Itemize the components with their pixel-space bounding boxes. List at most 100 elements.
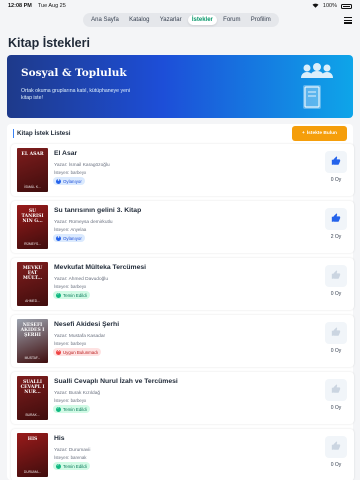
cover-title: EL ASAR [21,152,44,157]
top-nav: Ana Sayfa Katalog Yazarlar İstekler Forum Pro… [83,13,279,27]
cover-author: AHMED... [25,299,40,303]
book-request-card[interactable]: SU TANRISI NIN G... RÜMEYS... Su tanrısı… [11,201,354,253]
thumbs-up-icon [331,267,341,285]
status-badge: ✕ Uygun Bulunmadı [53,348,101,356]
status-bar: 12:08 PM Tue Aug 25 100% [0,0,360,12]
vote-button[interactable] [325,379,347,401]
cover-author: İSMAİL K... [24,185,41,189]
thumbs-up-icon [331,324,341,342]
vote-count: 0 Oy [330,405,342,411]
book-title: Su tanrısının gelini 3. Kitap [54,207,142,214]
cover-author: DURUMA... [23,470,42,474]
battery-icon [341,3,352,9]
status-icon: ● [56,178,61,184]
cover-title: SU TANRISI NIN G... [21,209,44,225]
cover-author: RÜMEYS... [24,242,41,246]
cover-title: HIS [27,437,38,442]
banner-title: Sosyal & Topluluk [21,67,127,79]
add-request-label: İstekte Bulun [306,131,337,136]
status-icon: ✕ [56,349,61,355]
thumbs-up-icon [331,438,341,456]
book-cover: SUALLI CEVAPL I NUR... BURAK... [17,376,48,420]
status-date: Tue Aug 25 [37,3,66,9]
book-cover: HIS DURUMA... [17,433,48,477]
hamburger-menu-icon[interactable] [344,17,352,25]
vote-count: 0 Oy [330,462,342,468]
book-requester: İsteyen: barbeyx [54,398,87,403]
cover-title: NESEFI AKIDES I ŞERHI [20,323,45,339]
vote-button[interactable] [325,151,347,173]
book-author: Yazar: Ahmed Davudoğlu [54,277,109,282]
status-icon: ✓ [56,406,61,412]
banner-subtitle: Ortak okuma gruplarına katıl, kütüphaney… [21,88,130,101]
cover-author: BURAK... [25,413,40,417]
community-illustration-icon [301,63,333,109]
tab-5[interactable]: Profilim [247,15,275,25]
book-requester: İsteyen: Anyelaa [54,227,87,232]
cover-author: MUSTAF... [24,356,41,360]
tab-2[interactable]: Yazarlar [156,15,186,25]
book-icon [303,85,321,109]
book-cover: EL ASAR İSMAİL K... [17,148,48,192]
status-label: Oylanıyor [63,235,82,241]
tab-4[interactable]: Forum [219,15,244,25]
book-author: Yazar: Rümeysa demirkutlu [54,220,113,225]
status-label: Temin Edildi [63,406,87,412]
book-author: Yazar: Burak Kızıldağ [54,391,101,396]
vote-button[interactable] [325,208,347,230]
request-list-section: Kitap İstek Listesi + İstekte Bulun EL A… [7,124,354,480]
book-request-card[interactable]: NESEFI AKIDES I ŞERHI MUSTAF... Nesefi A… [11,315,354,367]
book-cover: SU TANRISI NIN G... RÜMEYS... [17,205,48,249]
status-badge: ● Oylanıyor [53,234,85,242]
tab-0[interactable]: Ana Sayfa [87,15,123,25]
status-badge: ✓ Temin Edildi [53,405,90,413]
book-requester: İsteyen: barenak [54,455,87,460]
book-title: Nesefi Akidesi Şerhi [54,321,120,328]
vote-count: 0 Oy [330,291,342,297]
book-request-card[interactable]: MEVKU FAT MÜLT... AHMED... Mevkufat Mült… [11,258,354,310]
book-cover: NESEFI AKIDES I ŞERHI MUSTAF... [17,319,48,363]
vote-count: 0 Oy [330,348,342,354]
book-author: Yazar: İsmail Karagözoğlu [54,163,110,168]
book-request-card[interactable]: HIS DURUMA... His Yazar: Durumavii İstey… [11,429,354,480]
status-label: Oylanıyor [63,178,82,184]
book-title: El Asar [54,150,78,157]
community-banner[interactable]: Sosyal & Topluluk Ortak okuma gruplarına… [7,55,353,118]
plus-icon: + [302,131,305,136]
status-icon: ● [56,235,61,241]
vote-button[interactable] [325,322,347,344]
status-time: 12:08 PM [8,3,32,9]
group-icon [301,63,333,78]
vote-count: 0 Oy [330,177,342,183]
status-icon: ✓ [56,463,61,469]
book-author: Yazar: Mustafa Kasadar [54,334,106,339]
vote-button[interactable] [325,265,347,287]
book-requester: İsteyen: barbeyx [54,341,87,346]
book-requester: İsteyen: barbeyx [54,284,87,289]
battery-percent: 100% [322,3,337,9]
status-badge: ✓ Temin Edildi [53,462,90,470]
page-title: Kitap İstekleri [8,36,90,50]
cover-title: SUALLI CEVAPL I NUR... [20,380,45,396]
status-badge: ● Oylanıyor [53,177,85,185]
book-requester: İsteyen: barbeyx [54,170,87,175]
book-author: Yazar: Durumavii [54,448,91,453]
status-label: Uygun Bulunmadı [63,349,98,355]
vote-button[interactable] [325,436,347,458]
status-label: Temin Edildi [63,463,87,469]
status-badge: ✓ Temin Edildi [53,291,90,299]
status-label: Temin Edildi [63,292,87,298]
thumbs-up-icon [331,153,341,171]
tab-1[interactable]: Katalog [125,15,153,25]
tab-3[interactable]: İstekler [187,15,217,25]
book-request-card[interactable]: EL ASAR İSMAİL K... El Asar Yazar: İsmai… [11,144,354,196]
cover-title: MEVKU FAT MÜLT... [22,266,43,282]
thumbs-up-icon [331,210,341,228]
book-cover: MEVKU FAT MÜLT... AHMED... [17,262,48,306]
book-request-card[interactable]: SUALLI CEVAPL I NUR... BURAK... Sualli C… [11,372,354,424]
add-request-button[interactable]: + İstekte Bulun [292,126,347,141]
vote-count: 2 Oy [330,234,342,240]
book-title: His [54,435,65,442]
book-title: Sualli Cevaplı Nurul İzah ve Tercümesi [54,378,178,385]
thumbs-up-icon [331,381,341,399]
